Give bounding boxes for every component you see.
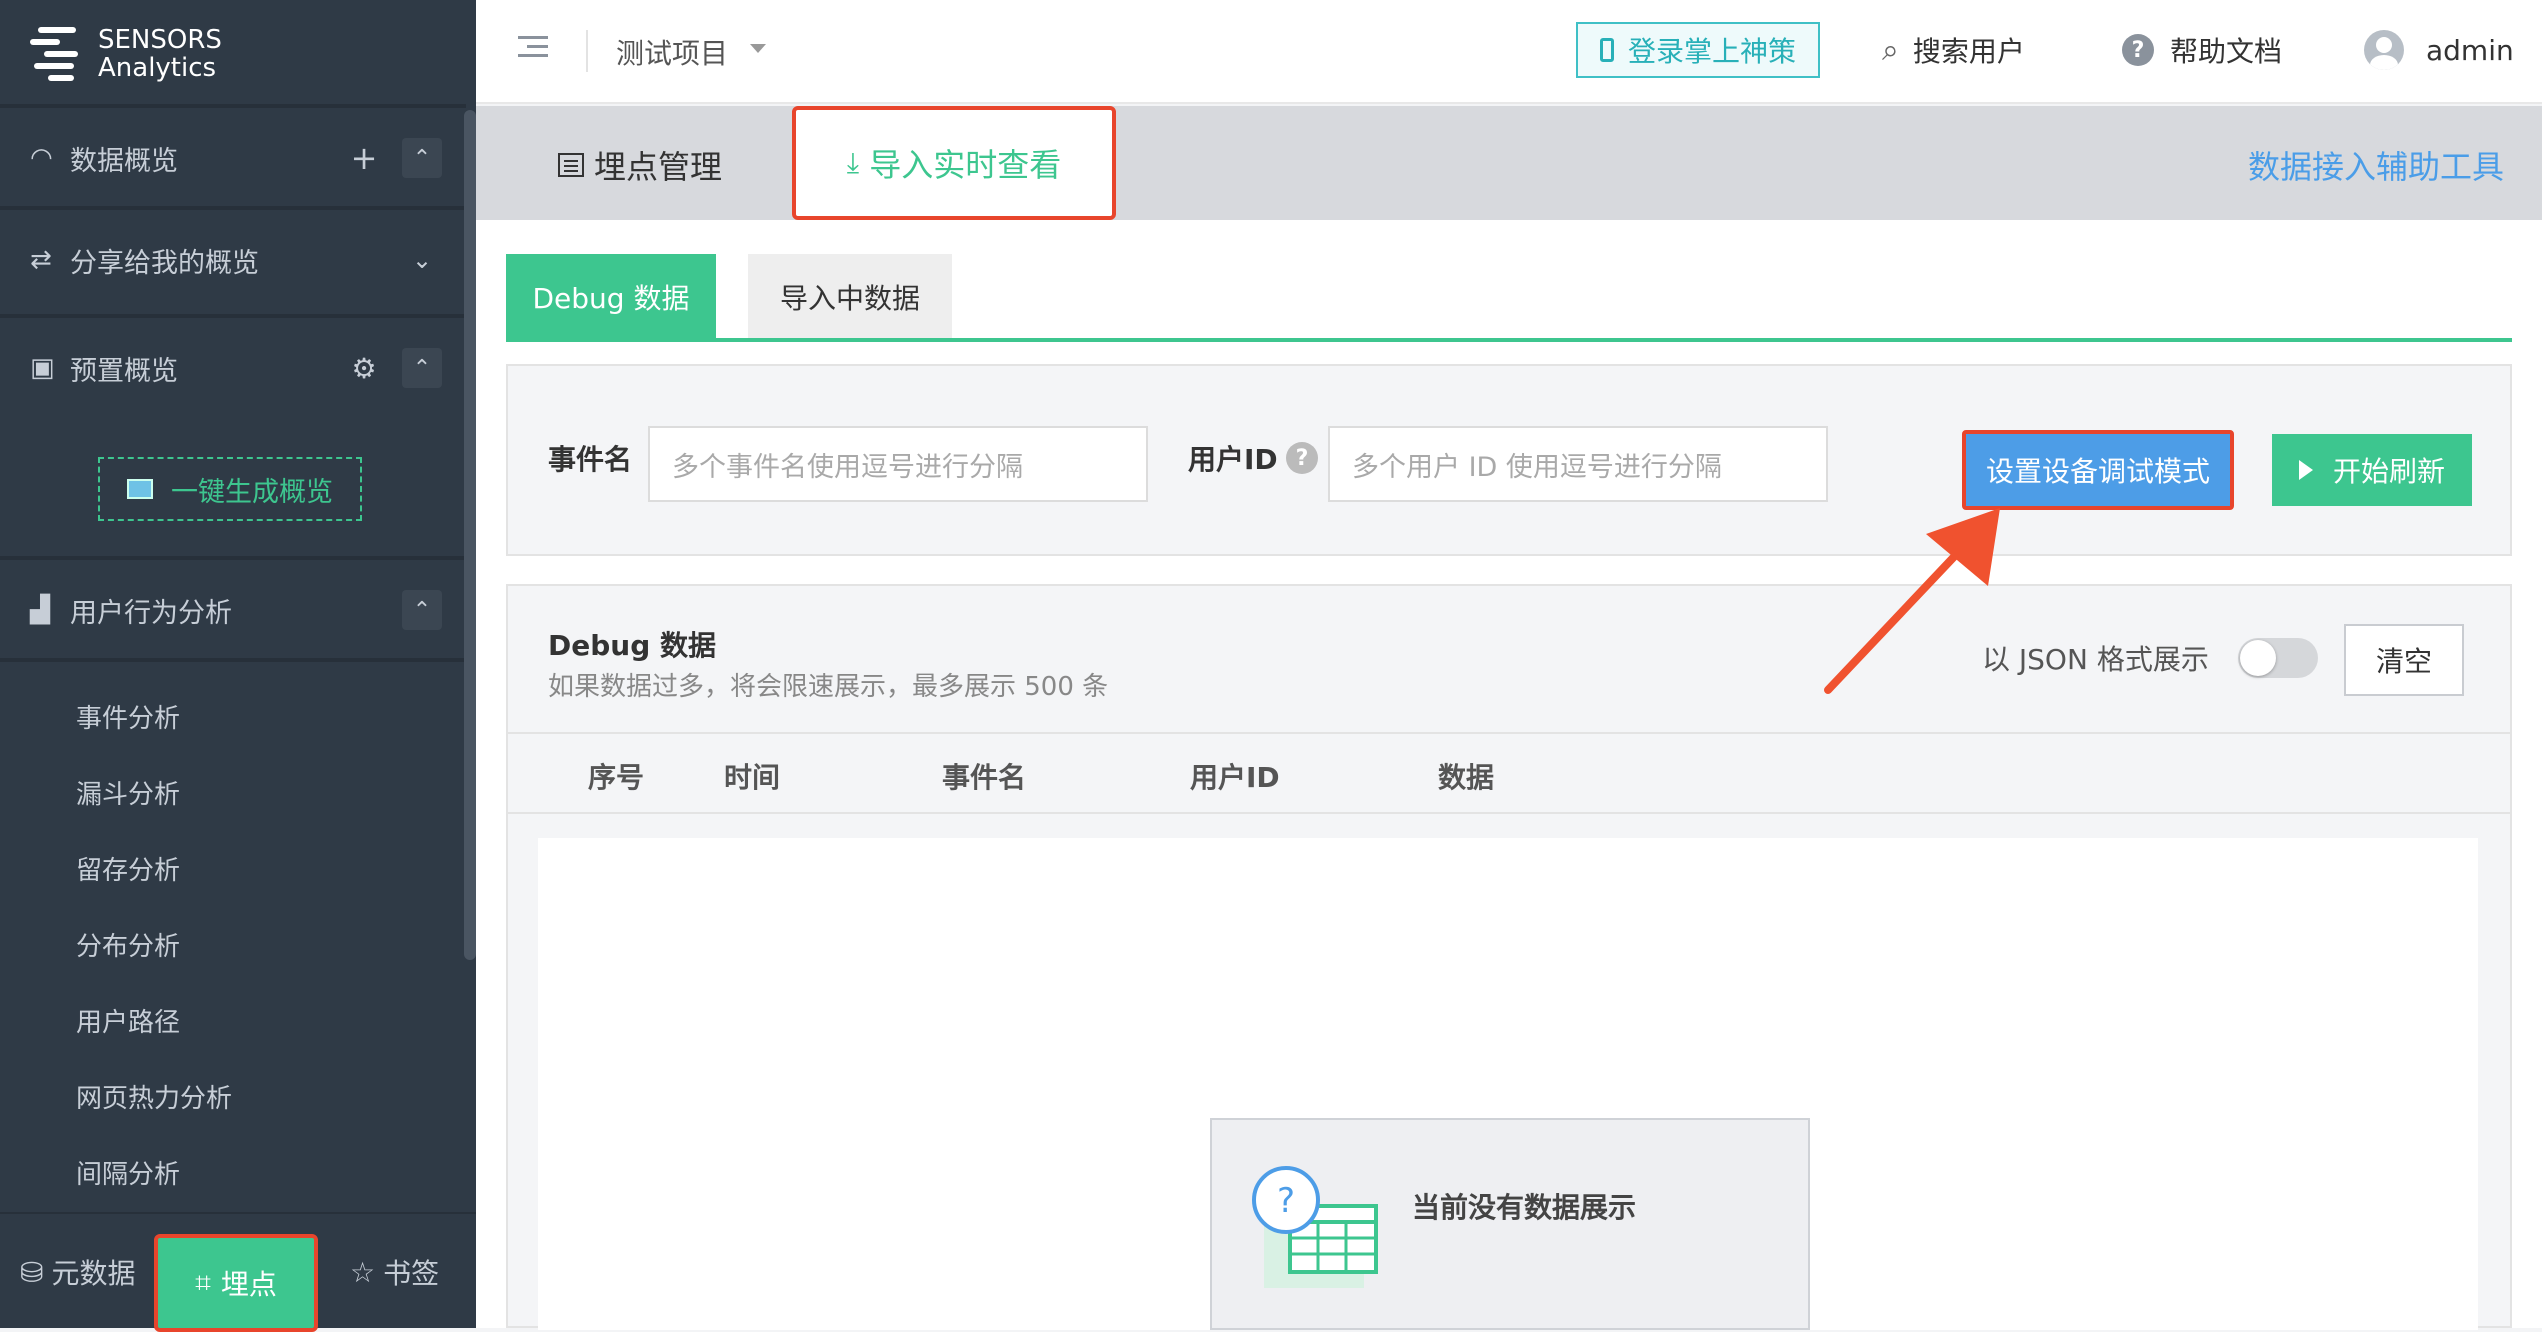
start-label: 开始刷新 (2332, 455, 2445, 488)
help-docs-button[interactable]: ? 帮助文档 (2122, 30, 2282, 70)
collapse-icon[interactable]: ⌃ (402, 138, 442, 178)
login-label: 登录掌上神策 (1627, 35, 1796, 68)
caret-down-icon[interactable] (750, 44, 766, 53)
generate-label: 一键生成概览 (171, 476, 333, 508)
sidebar-item-path[interactable]: 用户路径 (76, 1002, 180, 1039)
section-label: 分享给我的概览 (70, 247, 259, 279)
tab-label: 导入实时查看 (869, 146, 1062, 184)
empty-state: ? 当前没有数据展示 (1210, 1118, 1810, 1330)
sidebar-section-preset[interactable]: ▣ 预置概览 ⚙ ⌃ (0, 320, 466, 416)
debug-data-panel: Debug 数据 如果数据过多，将会限速展示，最多展示 500 条 以 JSON… (506, 584, 2512, 1330)
column-data[interactable]: 数据 (1438, 756, 1494, 796)
user-name: admin (2426, 33, 2514, 67)
top-bar: 测试项目 登录掌上神策 ⌕ 搜索用户 ? 帮助文档 admin (476, 0, 2542, 104)
sidebar: SENSORS Analytics ◠ 数据概览 + ⌃ ⇄ 分享给我的概览 ⌄… (0, 0, 476, 1332)
sidebar-section-behavior[interactable]: ▟ 用户行为分析 ⌃ (0, 562, 466, 658)
event-name-input[interactable]: 多个事件名使用逗号进行分隔 (648, 426, 1148, 502)
avatar (2364, 30, 2404, 70)
page-tab-bar: 埋点管理 ⤓ 导入实时查看 数据接入辅助工具 (476, 106, 2542, 220)
annotation-arrow-icon (1824, 508, 2000, 694)
sidebar-section-overview[interactable]: ◠ 数据概览 + ⌃ (0, 110, 466, 206)
tab-import-realtime[interactable]: ⤓ 导入实时查看 (792, 106, 1116, 220)
table-body: ? 当前没有数据展示 (538, 838, 2478, 1330)
panel-subtitle: 如果数据过多，将会限速展示，最多展示 500 条 (548, 672, 1109, 702)
brand-line2: Analytics (98, 53, 217, 83)
event-name-label: 事件名 (548, 443, 633, 476)
brand-line1: SENSORS (98, 25, 222, 55)
image-icon (127, 479, 153, 499)
start-refresh-button[interactable]: 开始刷新 (2272, 434, 2472, 506)
column-time[interactable]: 时间 (724, 756, 780, 796)
help-icon: ? (2122, 34, 2154, 66)
column-user-id[interactable]: 用户ID (1190, 756, 1280, 796)
preset-overview-icon: ▣ (30, 353, 55, 383)
download-icon: ⤓ (846, 146, 860, 179)
panel-title: Debug 数据 (548, 629, 717, 662)
collapse-icon[interactable]: ⌃ (402, 348, 442, 388)
meta-label: 元数据 (51, 1257, 136, 1290)
search-user-button[interactable]: ⌕ 搜索用户 (1882, 30, 2025, 70)
add-icon[interactable]: + (344, 138, 384, 178)
column-event[interactable]: 事件名 (942, 756, 1026, 796)
sidebar-item-interval[interactable]: 间隔分析 (76, 1154, 180, 1191)
help-icon[interactable]: ? (1286, 442, 1318, 474)
project-selector[interactable]: 测试项目 (616, 32, 728, 72)
tab-tracking-management[interactable]: 埋点管理 (558, 142, 722, 188)
meta-data-button[interactable]: ⛁ 元数据 (20, 1242, 135, 1302)
sensors-logo-icon (30, 23, 86, 85)
column-index[interactable]: 序号 (588, 756, 644, 796)
brand-logo[interactable]: SENSORS Analytics (30, 14, 222, 94)
phone-icon (1599, 38, 1614, 62)
collapse-icon[interactable]: ⌃ (402, 590, 442, 630)
play-icon (2298, 460, 2313, 480)
clear-button[interactable]: 清空 (2344, 624, 2464, 696)
filter-panel: 事件名 多个事件名使用逗号进行分隔 用户ID ? 多个用户 ID 使用逗号进行分… (506, 364, 2512, 556)
tab-label: 埋点管理 (594, 148, 723, 186)
sidebar-item-heatmap[interactable]: 网页热力分析 (76, 1078, 232, 1115)
dashboard-icon: ◠ (30, 143, 53, 173)
sidebar-section-shared[interactable]: ⇄ 分享给我的概览 ⌄ (0, 212, 466, 308)
sidebar-item-retention[interactable]: 留存分析 (76, 850, 180, 887)
mobile-login-button[interactable]: 登录掌上神策 (1576, 22, 1820, 78)
search-icon: ⌕ (1882, 32, 1899, 68)
json-toggle[interactable] (2238, 638, 2318, 678)
svg-text:?: ? (1277, 1181, 1295, 1221)
list-icon (558, 153, 584, 177)
section-label: 数据概览 (70, 145, 178, 177)
share-icon: ⇄ (30, 245, 52, 275)
user-menu[interactable]: admin (2364, 30, 2514, 70)
help-label: 帮助文档 (2170, 35, 2283, 68)
tracking-icon: ⌗ (195, 1266, 211, 1299)
table-header: 序号 时间 事件名 用户ID 数据 (508, 732, 2510, 814)
tracking-button[interactable]: ⌗ 埋点 (154, 1234, 318, 1332)
sidebar-item-event[interactable]: 事件分析 (76, 698, 180, 735)
empty-table-icon: ? (1252, 1166, 1378, 1288)
star-icon: ☆ (350, 1255, 376, 1289)
database-icon: ⛁ (20, 1255, 44, 1289)
user-id-input[interactable]: 多个用户 ID 使用逗号进行分隔 (1328, 426, 1828, 502)
section-label: 用户行为分析 (70, 597, 232, 629)
section-label: 预置概览 (70, 355, 178, 387)
bookmark-button[interactable]: ☆ 书签 (350, 1242, 439, 1302)
empty-state-text: 当前没有数据展示 (1412, 1191, 1637, 1224)
subtab-debug-data[interactable]: Debug 数据 (506, 254, 716, 340)
sidebar-item-funnel[interactable]: 漏斗分析 (76, 774, 180, 811)
tracking-label: 埋点 (220, 1268, 277, 1301)
sidebar-bottom-bar: ⛁ 元数据 ⌗ 埋点 ☆ 书签 (0, 1212, 476, 1332)
data-access-tool-link[interactable]: 数据接入辅助工具 (2248, 142, 2504, 188)
user-id-label: 用户ID (1188, 443, 1278, 476)
menu-toggle-icon[interactable] (518, 36, 548, 60)
sidebar-scrollbar[interactable] (464, 110, 476, 960)
gear-icon[interactable]: ⚙ (344, 348, 384, 388)
chevron-down-icon[interactable]: ⌄ (402, 240, 442, 280)
subtab-importing-data[interactable]: 导入中数据 (748, 254, 952, 340)
generate-overview-button[interactable]: 一键生成概览 (98, 457, 362, 521)
bar-chart-icon: ▟ (30, 595, 50, 625)
sidebar-item-distribution[interactable]: 分布分析 (76, 926, 180, 963)
bookmark-label: 书签 (383, 1257, 440, 1290)
search-label: 搜索用户 (1912, 35, 2025, 68)
main-content: Debug 数据 导入中数据 事件名 多个事件名使用逗号进行分隔 用户ID ? … (476, 220, 2542, 1330)
